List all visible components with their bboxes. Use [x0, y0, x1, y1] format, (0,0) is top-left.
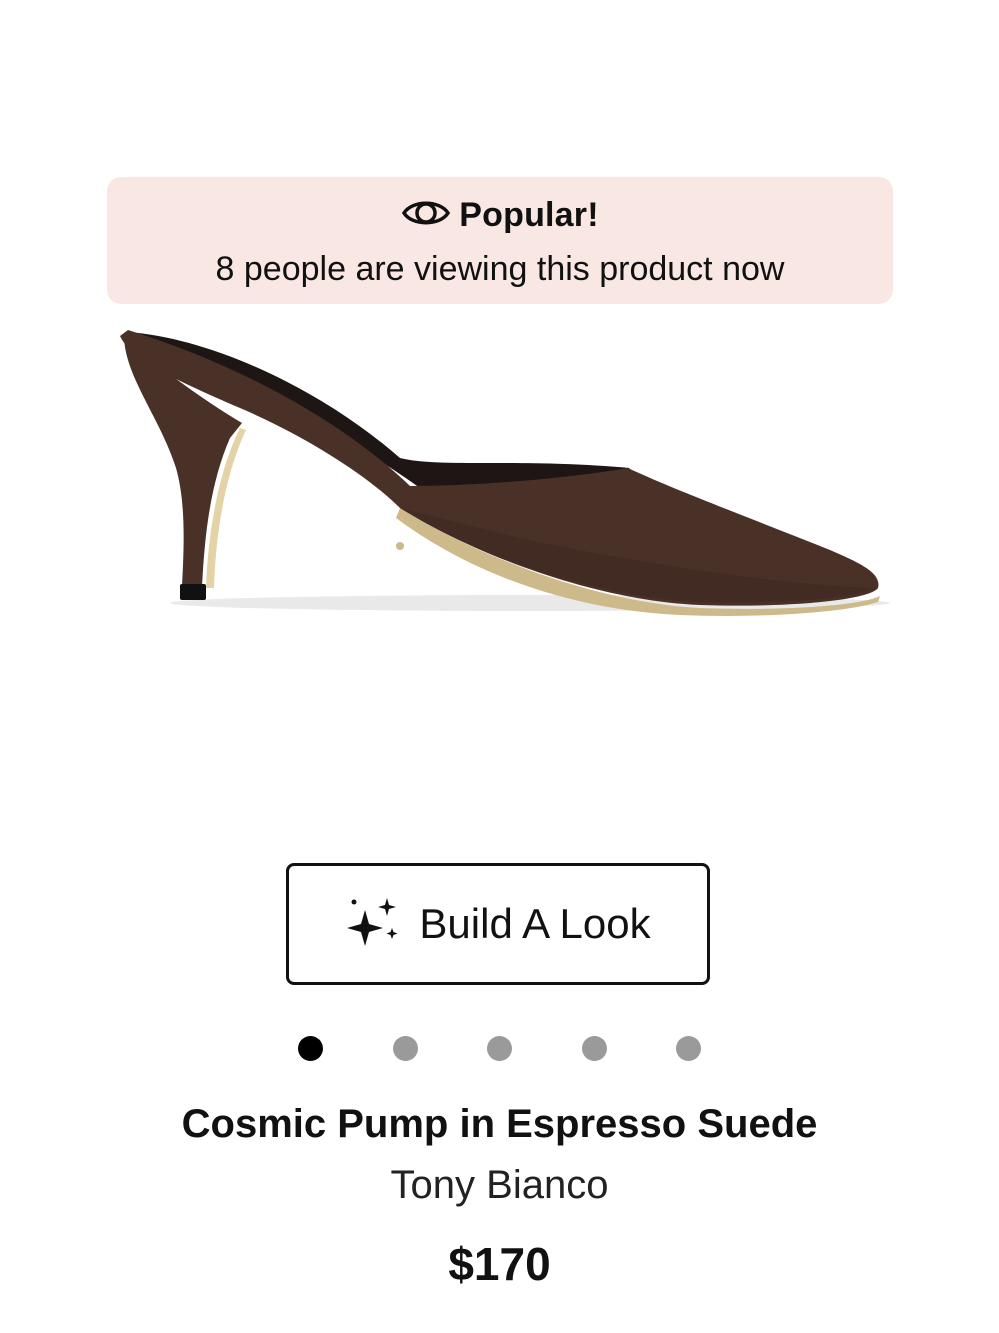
sparkles-icon [345, 894, 401, 955]
popular-title: Popular! [459, 195, 599, 234]
image-carousel-dots [0, 1036, 999, 1062]
build-a-look-label: Build A Look [419, 900, 651, 947]
product-image[interactable] [100, 318, 900, 638]
eye-icon [401, 195, 451, 236]
shoe-illustration [120, 330, 890, 616]
carousel-dot[interactable] [487, 1036, 512, 1061]
product-title: Cosmic Pump in Espresso Suede [181, 1102, 818, 1146]
brand-name[interactable]: Tony Bianco [0, 1161, 999, 1209]
build-a-look-button[interactable]: Build A Look [286, 863, 710, 985]
popular-title-row: Popular! [107, 193, 893, 237]
product-price: $170 [448, 1238, 551, 1290]
carousel-dot[interactable] [393, 1036, 418, 1061]
viewers-count-text: 8 people are viewing this product now [215, 250, 785, 288]
carousel-dot[interactable] [298, 1036, 323, 1061]
carousel-dot[interactable] [582, 1036, 607, 1061]
carousel-dot[interactable] [676, 1036, 701, 1061]
popular-banner: Popular! 8 people are viewing this produ… [107, 177, 893, 304]
